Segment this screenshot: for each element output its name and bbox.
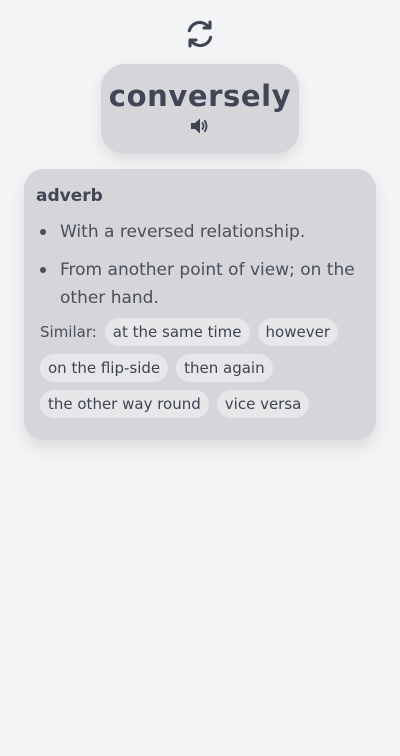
similar-chip[interactable]: at the same time xyxy=(104,318,250,346)
similar-chip[interactable]: however xyxy=(257,318,338,346)
refresh-button[interactable] xyxy=(183,16,217,52)
headword: conversely xyxy=(108,79,292,113)
refresh-icon xyxy=(187,20,213,48)
speaker-icon xyxy=(191,118,208,134)
part-of-speech: adverb xyxy=(36,186,103,206)
similar-chip[interactable]: vice versa xyxy=(216,390,310,418)
similar-chip[interactable]: on the flip-side xyxy=(40,354,169,382)
meaning-list: With a reversed relationship. From anoth… xyxy=(36,218,364,312)
similar-chip[interactable]: the other way round xyxy=(40,390,209,418)
definition-card: adverb With a reversed relationship. Fro… xyxy=(24,169,376,440)
meaning-item: With a reversed relationship. xyxy=(36,218,364,246)
meaning-item: From another point of view; on the other… xyxy=(36,256,364,312)
similar-chip[interactable]: then again xyxy=(176,354,273,382)
app-screen: conversely adverb With a reversed relati… xyxy=(0,0,400,756)
pronounce-button[interactable] xyxy=(190,117,210,135)
similar-words: Similar: at the same time however on the… xyxy=(36,318,364,418)
similar-label: Similar: xyxy=(40,323,97,341)
word-card: conversely xyxy=(101,64,299,154)
